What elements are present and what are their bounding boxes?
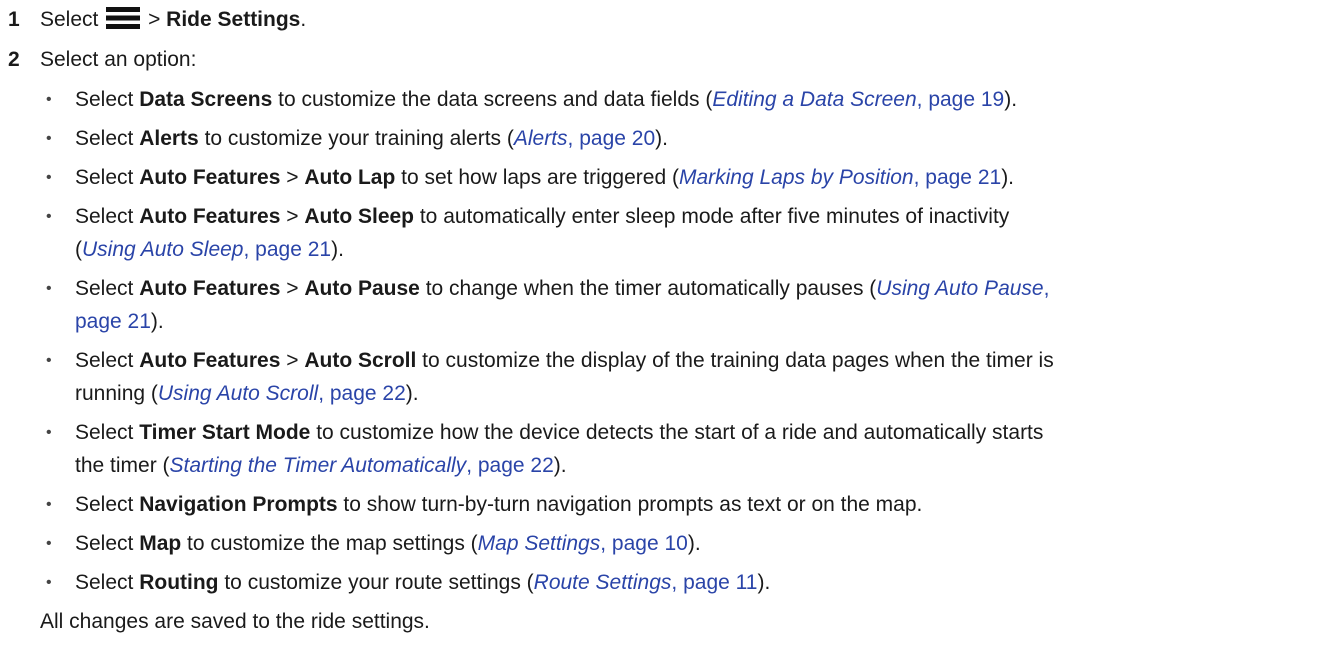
step-1: 1 Select > Ride Settings. (0, 0, 1322, 40)
bullet-icon: • (46, 91, 52, 108)
option-separator: > (280, 277, 305, 300)
list-item: • Select Navigation Prompts to show turn… (0, 485, 1322, 524)
list-item: • Select Timer Start Mode to customize h… (0, 413, 1322, 485)
list-item: • Select Routing to customize your route… (0, 563, 1322, 602)
option-text: to change when the timer automatically p… (419, 277, 877, 300)
cross-reference-link[interactable]: Using Auto Scroll, page 22 (158, 382, 406, 405)
option-text: to customize your route settings ( (218, 571, 534, 594)
option-name: Auto Features (139, 166, 281, 189)
option-lead: Select (75, 277, 140, 300)
option-close: ). (757, 571, 771, 594)
list-item: • Select Auto Features > Auto Scroll to … (0, 341, 1322, 413)
option-text-continued: the timer ( (75, 454, 170, 477)
step-number: 1 (8, 8, 20, 31)
cross-reference-link[interactable]: Map Settings, page 10 (478, 532, 688, 555)
option-name: Map (139, 532, 182, 555)
option-close: ). (405, 382, 419, 405)
option-lead: Select (75, 571, 140, 594)
option-name: Timer Start Mode (139, 421, 311, 444)
option-text-continued: ( (75, 238, 82, 261)
option-close: ). (655, 127, 668, 150)
step-2: 2 Select an option: (0, 40, 1322, 80)
instructions-document: 1 Select > Ride Settings. 2 Select an op… (0, 0, 1322, 642)
list-item: • Select Map to customize the map settin… (0, 524, 1322, 563)
option-close: ). (331, 238, 344, 261)
bullet-icon: • (46, 352, 52, 369)
cross-reference-link[interactable]: Starting the Timer Automatically, page 2… (170, 454, 554, 477)
bullet-icon: • (46, 130, 52, 147)
step-1-separator: > (148, 8, 161, 31)
option-name: Navigation Prompts (139, 493, 338, 516)
option-close: ). (1004, 88, 1018, 111)
step-2-text: Select an option: (40, 48, 197, 71)
option-name: Auto Features (139, 349, 281, 372)
option-separator: > (280, 205, 305, 228)
option-text: to customize the display of the training… (416, 349, 1054, 372)
cross-reference-link[interactable]: Alerts, page 20 (514, 127, 655, 150)
bullet-icon: • (46, 208, 52, 225)
menu-icon (106, 7, 141, 29)
option-lead: Select (75, 205, 140, 228)
option-lead: Select (75, 421, 140, 444)
cross-reference-link[interactable]: Editing a Data Screen, page 19 (712, 88, 1004, 111)
option-name: Auto Features (139, 205, 281, 228)
footer-note: All changes are saved to the ride settin… (40, 610, 430, 633)
option-close: ). (1001, 166, 1015, 189)
option-text-continued: running ( (75, 382, 158, 405)
option-subname: Auto Sleep (304, 205, 415, 228)
option-subname: Auto Lap (304, 166, 396, 189)
option-text: to customize the data screens and data f… (272, 88, 713, 111)
bullet-icon: • (46, 280, 52, 297)
cross-reference-link[interactable]: Using Auto Sleep, page 21 (82, 238, 331, 261)
option-subname: Auto Pause (304, 277, 420, 300)
bullet-icon: • (46, 496, 52, 513)
option-lead: Select (75, 532, 140, 555)
option-separator: > (280, 166, 305, 189)
option-text: to automatically enter sleep mode after … (414, 205, 1010, 228)
cross-reference-link[interactable]: Marking Laps by Position, page 21 (679, 166, 1001, 189)
bullet-icon: • (46, 424, 52, 441)
option-name: Alerts (139, 127, 199, 150)
list-item: • Select Auto Features > Auto Lap to set… (0, 158, 1322, 197)
option-name: Auto Features (139, 277, 281, 300)
bullet-icon: • (46, 169, 52, 186)
option-lead: Select (75, 166, 140, 189)
option-name: Data Screens (139, 88, 273, 111)
option-name: Routing (139, 571, 219, 594)
list-item: • Select Auto Features > Auto Pause to c… (0, 269, 1322, 341)
step-1-target: Ride Settings (166, 8, 301, 31)
option-lead: Select (75, 88, 140, 111)
option-close: ). (150, 310, 164, 333)
list-item: • Select Auto Features > Auto Sleep to a… (0, 197, 1322, 269)
option-lead: Select (75, 493, 140, 516)
step-1-prefix: Select (40, 8, 99, 31)
option-text: to customize your training alerts ( (198, 127, 514, 150)
option-lead: Select (75, 127, 140, 150)
option-separator: > (280, 349, 305, 372)
list-item: • Select Data Screens to customize the d… (0, 80, 1322, 119)
option-list: • Select Data Screens to customize the d… (0, 80, 1322, 602)
option-text: to set how laps are triggered ( (395, 166, 679, 189)
option-text: to customize how the device detects the … (310, 421, 1044, 444)
option-close: ). (553, 454, 567, 477)
option-text: to show turn-by-turn navigation prompts … (337, 493, 923, 516)
option-lead: Select (75, 349, 140, 372)
list-item: • Select Alerts to customize your traini… (0, 119, 1322, 158)
step-1-suffix: . (300, 8, 307, 31)
cross-reference-link[interactable]: Route Settings, page 11 (534, 571, 758, 594)
option-close: ). (687, 532, 701, 555)
step-number: 2 (8, 48, 20, 71)
option-text: to customize the map settings ( (181, 532, 478, 555)
bullet-icon: • (46, 574, 52, 591)
bullet-icon: • (46, 535, 52, 552)
option-subname: Auto Scroll (304, 349, 417, 372)
